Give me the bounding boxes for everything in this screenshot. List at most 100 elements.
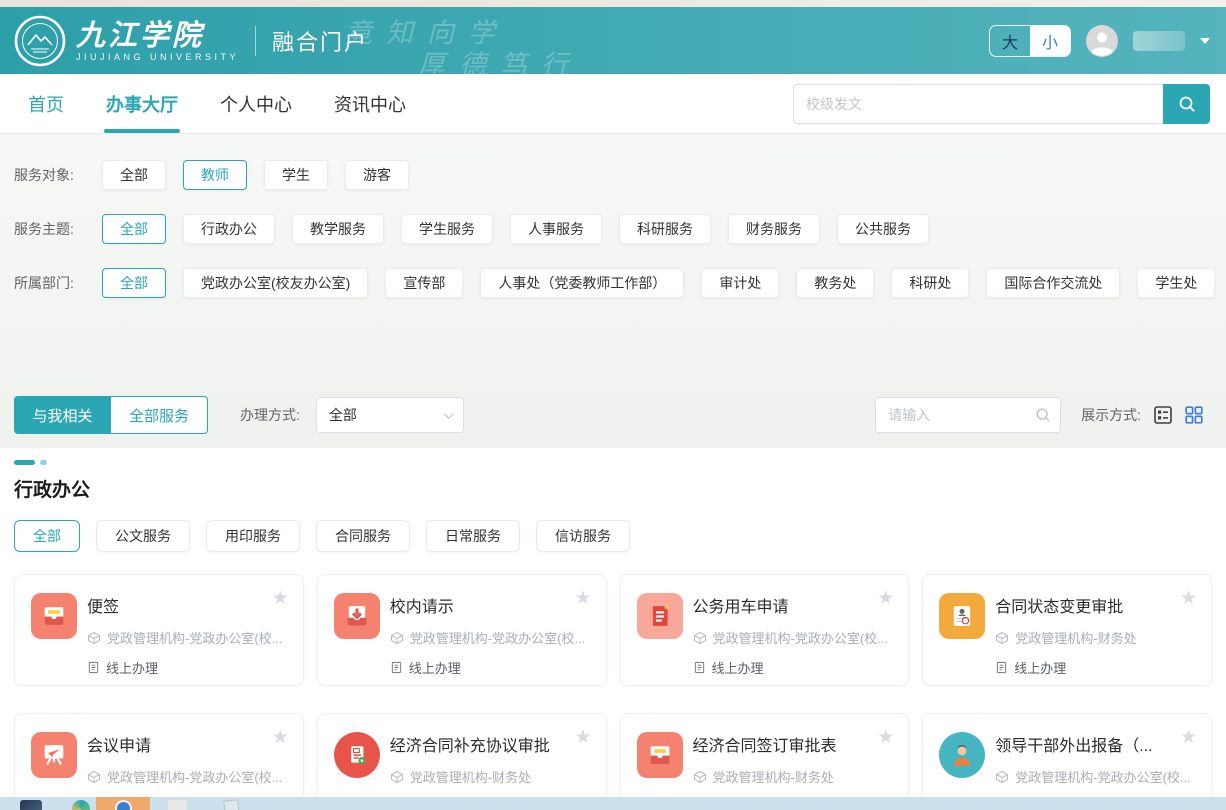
taskbar-icon-word[interactable] xyxy=(168,800,187,810)
grid-view-icon[interactable] xyxy=(1184,405,1204,425)
category-pills: 全部 公文服务 用印服务 合同服务 日常服务 信访服务 xyxy=(14,520,1212,552)
topic-option[interactable]: 公共服务 xyxy=(837,214,929,244)
watermark-motto-line1: 竟知向学 xyxy=(345,11,509,50)
target-option-guest[interactable]: 游客 xyxy=(345,160,409,190)
favorite-star-icon[interactable] xyxy=(272,589,289,608)
category-pill[interactable]: 合同服务 xyxy=(316,520,410,552)
topic-option[interactable]: 学生服务 xyxy=(401,214,493,244)
tab-related-to-me[interactable]: 与我相关 xyxy=(14,396,111,434)
favorite-star-icon[interactable] xyxy=(1180,589,1197,608)
dash-icon xyxy=(14,460,35,465)
department-option[interactable]: 科研处 xyxy=(891,268,969,298)
document-icon xyxy=(390,661,403,674)
topic-option[interactable]: 人事服务 xyxy=(510,214,602,244)
search-icon[interactable] xyxy=(1034,406,1052,424)
card-title: 领导干部外出报备（... xyxy=(995,736,1195,758)
service-card[interactable]: 校内请示 党政管理机构-党政办公室(校... 线上办理 xyxy=(317,574,607,686)
topic-option[interactable]: 教学服务 xyxy=(292,214,384,244)
department-option[interactable]: 教务处 xyxy=(796,268,874,298)
category-pill[interactable]: 日常服务 xyxy=(426,520,520,552)
service-card[interactable]: 合同状态变更审批 党政管理机构-财务处 线上办理 xyxy=(922,574,1212,686)
card-org-line: 党政管理机构-党政办公室(校... xyxy=(693,628,893,647)
filter-row-department: 所属部门: 全部 党政办公室(校友办公室) 宣传部 人事处（党委教师工作部） 审… xyxy=(14,268,1212,298)
service-card[interactable]: 经济合同签订审批表 党政管理机构-财务处 线上办理 xyxy=(620,713,910,810)
service-card-grid: 便签 党政管理机构-党政办公室(校... 线上办理 xyxy=(14,574,1212,810)
target-option-all[interactable]: 全部 xyxy=(102,160,166,190)
favorite-star-icon[interactable] xyxy=(574,728,591,747)
service-card[interactable]: 便签 党政管理机构-党政办公室(校... 线上办理 xyxy=(14,574,304,686)
university-seal-logo xyxy=(14,15,66,67)
card-title: 校内请示 xyxy=(390,597,590,619)
favorite-star-icon[interactable] xyxy=(272,728,289,747)
taskbar-icon-2[interactable] xyxy=(72,800,90,810)
scope-toggle: 与我相关 全部服务 xyxy=(14,396,208,434)
filter-row-service-topic: 服务主题: 全部 行政办公 教学服务 学生服务 人事服务 科研服务 财务服务 公… xyxy=(14,214,1212,244)
topic-option[interactable]: 全部 xyxy=(102,214,166,244)
card-title: 便签 xyxy=(87,597,287,619)
nav-tab-news-center[interactable]: 资讯中心 xyxy=(334,74,406,133)
section-title: 行政办公 xyxy=(14,475,1212,502)
contract-gear-icon xyxy=(334,732,380,778)
site-search-button[interactable] xyxy=(1163,84,1210,124)
font-size-toggle: 大 小 xyxy=(989,25,1071,57)
service-search xyxy=(875,397,1061,433)
category-pill[interactable]: 用印服务 xyxy=(206,520,300,552)
favorite-star-icon[interactable] xyxy=(877,589,894,608)
font-size-small-button[interactable]: 小 xyxy=(1030,26,1070,56)
person-avatar-icon xyxy=(939,732,985,778)
card-org: 党政管理机构-党政办公室(校... xyxy=(107,628,283,647)
portal-title: 融合门户 xyxy=(272,25,368,57)
list-view-icon[interactable] xyxy=(1153,405,1173,425)
cube-icon xyxy=(693,770,707,784)
topic-option[interactable]: 科研服务 xyxy=(619,214,711,244)
favorite-star-icon[interactable] xyxy=(574,589,591,608)
cube-icon xyxy=(87,770,101,784)
topic-option[interactable]: 财务服务 xyxy=(728,214,820,244)
card-org: 党政管理机构-党政办公室(校... xyxy=(410,628,586,647)
user-name-redacted[interactable] xyxy=(1133,31,1185,51)
department-option[interactable]: 党政办公室(校友办公室) xyxy=(183,268,368,298)
department-option[interactable]: 宣传部 xyxy=(385,268,463,298)
header-divider xyxy=(255,26,256,56)
service-card[interactable]: 会议申请 党政管理机构-党政办公室(校... 线上办理 xyxy=(14,713,304,810)
briefcase-icon xyxy=(637,732,683,778)
topic-option[interactable]: 行政办公 xyxy=(183,214,275,244)
department-option[interactable]: 人事处（党委教师工作部） xyxy=(480,268,684,298)
card-title: 会议申请 xyxy=(87,736,287,758)
method-select[interactable]: 全部 xyxy=(316,397,464,433)
taskbar-icon-5[interactable] xyxy=(223,799,240,810)
document-scroll-icon xyxy=(637,593,683,639)
card-org: 党政管理机构-党政办公室(校... xyxy=(1015,767,1191,786)
chevron-down-icon[interactable] xyxy=(1200,38,1210,44)
service-card[interactable]: 经济合同补充协议审批 党政管理机构-财务处 线上办理 xyxy=(317,713,607,810)
favorite-star-icon[interactable] xyxy=(877,728,894,747)
card-org: 党政管理机构-财务处 xyxy=(713,767,834,786)
card-org-line: 党政管理机构-财务处 xyxy=(995,628,1195,647)
card-org-line: 党政管理机构-党政办公室(校... xyxy=(995,767,1195,786)
department-option[interactable]: 国际合作交流处 xyxy=(986,268,1120,298)
service-card[interactable]: 公务用车申请 党政管理机构-党政办公室(校... 线上办理 xyxy=(620,574,910,686)
target-option-student[interactable]: 学生 xyxy=(264,160,328,190)
department-option[interactable]: 学生处 xyxy=(1137,268,1215,298)
filter-label: 服务主题: xyxy=(14,219,102,239)
taskbar-icon-1[interactable] xyxy=(20,800,42,810)
tab-all-services[interactable]: 全部服务 xyxy=(111,396,208,434)
user-avatar[interactable] xyxy=(1086,25,1118,57)
service-card[interactable]: 领导干部外出报备（... 党政管理机构-党政办公室(校... 线上办理 xyxy=(922,713,1212,810)
font-size-large-button[interactable]: 大 xyxy=(990,26,1030,56)
nav-tab-service-hall[interactable]: 办事大厅 xyxy=(106,74,178,133)
site-search-input[interactable] xyxy=(793,84,1163,124)
method-label: 办理方式: xyxy=(240,405,300,425)
taskbar-icon-3[interactable] xyxy=(115,800,132,810)
cube-icon xyxy=(390,631,404,645)
department-option[interactable]: 审计处 xyxy=(701,268,779,298)
target-option-teacher[interactable]: 教师 xyxy=(183,160,247,190)
department-option[interactable]: 全部 xyxy=(102,268,166,298)
favorite-star-icon[interactable] xyxy=(1180,728,1197,747)
nav-tab-home[interactable]: 首页 xyxy=(28,74,64,133)
category-pill[interactable]: 公文服务 xyxy=(96,520,190,552)
nav-tab-personal-center[interactable]: 个人中心 xyxy=(220,74,292,133)
cube-icon xyxy=(87,631,101,645)
category-pill[interactable]: 全部 xyxy=(14,520,80,552)
category-pill[interactable]: 信访服务 xyxy=(536,520,630,552)
